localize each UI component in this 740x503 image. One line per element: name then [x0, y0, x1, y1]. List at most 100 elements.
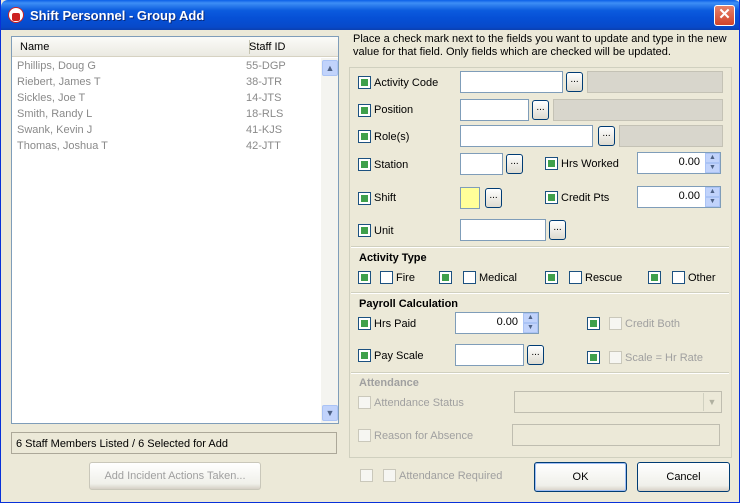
hrs-paid-spinner[interactable]: ▲ ▼ [523, 313, 538, 333]
station-checkbox[interactable] [358, 158, 371, 171]
spin-up-icon[interactable]: ▲ [705, 153, 720, 163]
spin-down-icon[interactable]: ▼ [523, 323, 538, 333]
staff-name: Phillips, Doug G [17, 60, 96, 72]
instructions-text: Place a check mark next to the fields yo… [353, 33, 727, 58]
activity-code-browse-button[interactable]: ... [566, 72, 583, 92]
close-button[interactable]: ✕ [714, 5, 735, 26]
rescue-checkbox[interactable] [569, 271, 582, 284]
vertical-scrollbar[interactable]: ▲ ▼ [321, 58, 338, 423]
staff-name: Sickles, Joe T [17, 92, 86, 104]
unit-label: Unit [374, 225, 394, 237]
dialog-window: Shift Personnel - Group Add ✕ Name Staff… [0, 0, 740, 503]
credit-both-update-checkbox[interactable] [587, 317, 600, 330]
staff-id: 55-DGP [246, 60, 286, 72]
add-incident-actions-button[interactable]: Add Incident Actions Taken... [89, 462, 261, 490]
attendance-required-checkbox[interactable] [383, 469, 396, 482]
unit-browse-button[interactable]: ... [549, 220, 566, 240]
hrs-paid-label: Hrs Paid [374, 318, 417, 330]
list-item[interactable]: Sickles, Joe T 14-JTS [12, 91, 319, 107]
staff-id: 38-JTR [246, 76, 283, 88]
spin-up-icon[interactable]: ▲ [523, 313, 538, 323]
credit-pts-spinner[interactable]: ▲ ▼ [705, 187, 720, 207]
scale-hr-rate-update-checkbox[interactable] [587, 351, 600, 364]
window-title: Shift Personnel - Group Add [30, 8, 205, 23]
shift-browse-button[interactable]: ... [485, 188, 502, 208]
staff-name: Smith, Randy L [17, 108, 93, 120]
hrs-worked-label: Hrs Worked [561, 158, 619, 170]
ok-button[interactable]: OK [534, 462, 627, 492]
list-item[interactable]: Thomas, Joshua T 42-JTT [12, 139, 319, 155]
spin-down-icon[interactable]: ▼ [705, 197, 720, 207]
column-header-name[interactable]: Name [20, 41, 49, 53]
roles-label: Role(s) [374, 131, 410, 143]
spin-up-icon[interactable]: ▲ [705, 187, 720, 197]
other-update-checkbox[interactable] [648, 271, 661, 284]
roles-input[interactable] [460, 125, 593, 147]
reason-absence-checkbox[interactable] [358, 429, 371, 442]
pay-scale-browse-button[interactable]: ... [527, 345, 544, 365]
shift-label: Shift [374, 192, 397, 204]
spin-down-icon[interactable]: ▼ [705, 163, 720, 173]
list-item[interactable]: Phillips, Doug G 55-DGP [12, 59, 319, 75]
fire-label: Fire [396, 272, 415, 284]
attendance-status-select[interactable]: ▼ [514, 391, 722, 413]
list-item[interactable]: Swank, Kevin J 41-KJS [12, 123, 319, 139]
column-header-staff-id[interactable]: Staff ID [249, 41, 285, 53]
rescue-update-checkbox[interactable] [545, 271, 558, 284]
position-checkbox[interactable] [358, 104, 371, 117]
chevron-down-icon[interactable]: ▼ [703, 393, 720, 411]
hrs-worked-spinner[interactable]: ▲ ▼ [705, 153, 720, 173]
title-bar: Shift Personnel - Group Add ✕ [1, 0, 739, 30]
roles-checkbox[interactable] [358, 130, 371, 143]
credit-pts-checkbox[interactable] [545, 191, 558, 204]
position-input[interactable] [460, 99, 529, 121]
scale-hr-rate-label: Scale = Hr Rate [625, 352, 703, 364]
divider [351, 246, 729, 248]
activity-code-input[interactable] [460, 71, 563, 93]
other-label: Other [688, 272, 716, 284]
shift-color-swatch[interactable] [460, 187, 480, 209]
scale-hr-rate-checkbox[interactable] [609, 351, 622, 364]
position-browse-button[interactable]: ... [532, 100, 549, 120]
staff-name: Swank, Kevin J [17, 124, 93, 136]
pay-scale-label: Pay Scale [374, 350, 424, 362]
station-browse-button[interactable]: ... [506, 154, 523, 174]
medical-checkbox[interactable] [463, 271, 476, 284]
payroll-title: Payroll Calculation [359, 298, 459, 310]
unit-input[interactable] [460, 219, 546, 241]
divider [351, 372, 729, 374]
list-item[interactable]: Smith, Randy L 18-RLS [12, 107, 319, 123]
staff-list[interactable]: Name Staff ID Phillips, Doug G 55-DGP Rie… [11, 36, 339, 424]
scroll-up-icon[interactable]: ▲ [322, 60, 338, 76]
attendance-title: Attendance [359, 377, 419, 389]
cancel-button[interactable]: Cancel [637, 462, 730, 492]
activity-code-checkbox[interactable] [358, 76, 371, 89]
pay-scale-input[interactable] [455, 344, 524, 366]
position-description [553, 99, 723, 121]
fire-update-checkbox[interactable] [358, 271, 371, 284]
credit-both-checkbox[interactable] [609, 317, 622, 330]
attendance-status-checkbox[interactable] [358, 396, 371, 409]
hrs-worked-checkbox[interactable] [545, 157, 558, 170]
staff-id: 14-JTS [246, 92, 282, 104]
attendance-required-update-checkbox[interactable] [360, 469, 373, 482]
app-logo-icon [8, 7, 24, 23]
medical-update-checkbox[interactable] [439, 271, 452, 284]
list-item[interactable]: Riebert, James T 38-JTR [12, 75, 319, 91]
shift-checkbox[interactable] [358, 192, 371, 205]
staff-id: 42-JTT [246, 140, 281, 152]
pay-scale-checkbox[interactable] [358, 349, 371, 362]
scroll-down-icon[interactable]: ▼ [322, 405, 338, 421]
reason-absence-input[interactable] [512, 424, 720, 446]
unit-checkbox[interactable] [358, 224, 371, 237]
staff-rows: Phillips, Doug G 55-DGP Riebert, James T 3… [12, 59, 319, 155]
hrs-paid-checkbox[interactable] [358, 317, 371, 330]
fire-checkbox[interactable] [380, 271, 393, 284]
other-checkbox[interactable] [672, 271, 685, 284]
staff-id: 18-RLS [246, 108, 284, 120]
roles-browse-button[interactable]: ... [598, 126, 615, 146]
divider [351, 292, 729, 294]
staff-name: Riebert, James T [17, 76, 101, 88]
station-input[interactable] [460, 153, 503, 175]
staff-id: 41-KJS [246, 124, 283, 136]
